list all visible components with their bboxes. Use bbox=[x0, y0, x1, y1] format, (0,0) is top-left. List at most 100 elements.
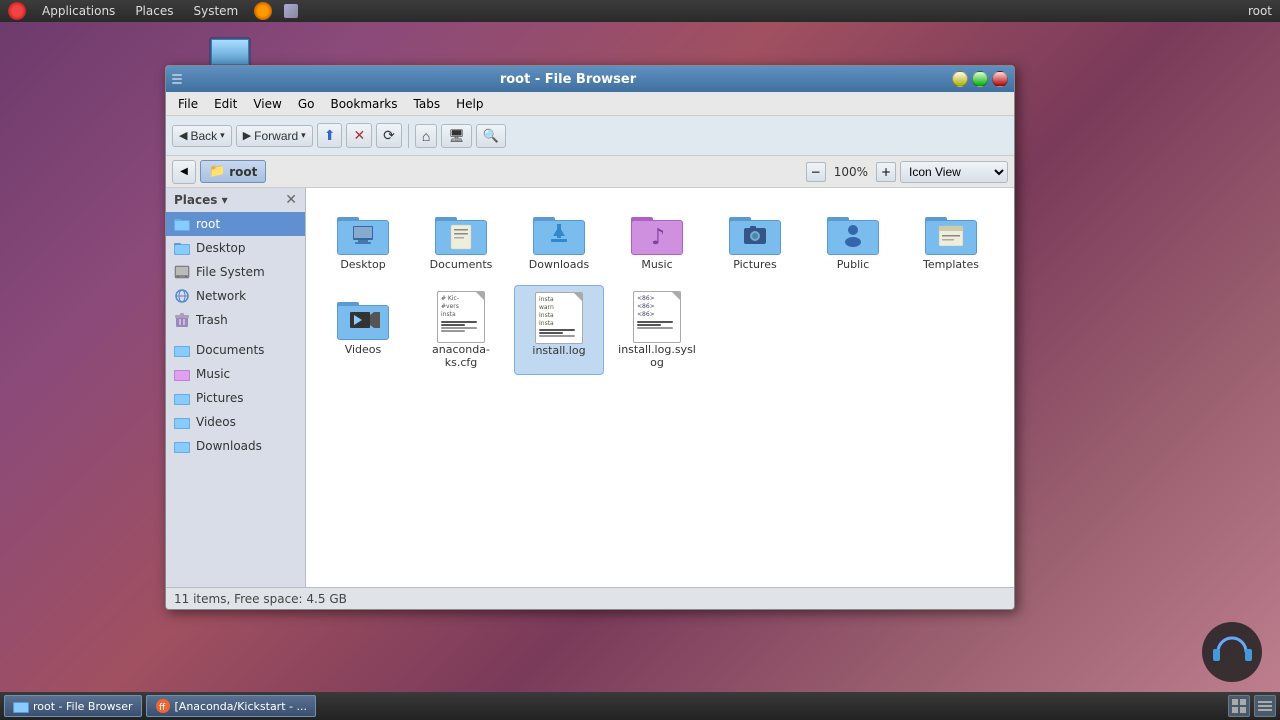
downloads-folder-img bbox=[533, 206, 585, 258]
sidebar-music-label: Music bbox=[196, 367, 230, 381]
templates-folder-icon[interactable]: Templates bbox=[906, 200, 996, 277]
stop-button[interactable]: ✕ bbox=[346, 123, 372, 148]
up-button[interactable]: ⬆ bbox=[317, 123, 343, 148]
videos-folder-icon[interactable]: Videos bbox=[318, 285, 408, 375]
music-sidebar-icon bbox=[174, 366, 190, 382]
list-icon bbox=[1258, 699, 1272, 713]
sidebar-desktop-label: Desktop bbox=[196, 241, 246, 255]
main-area: Places ▾ ✕ root Desktop bbox=[166, 188, 1014, 587]
taskbar-file-browser-label: root - File Browser bbox=[33, 700, 133, 713]
sidebar-item-pictures[interactable]: Pictures bbox=[166, 386, 305, 410]
sidebar-item-desktop[interactable]: Desktop bbox=[166, 236, 305, 260]
svg-text:♪: ♪ bbox=[651, 225, 665, 250]
home-icon: ⌂ bbox=[422, 128, 430, 144]
menu-edit[interactable]: Edit bbox=[206, 95, 245, 113]
videos-folder-label: Videos bbox=[345, 343, 382, 356]
network-icon bbox=[284, 4, 298, 18]
maximize-button[interactable] bbox=[972, 71, 988, 87]
forward-dropdown-icon: ▾ bbox=[301, 130, 306, 141]
places-menu[interactable]: Places bbox=[131, 2, 177, 20]
install-log-img: insta warn Insta Insta bbox=[535, 292, 583, 344]
public-folder-img bbox=[827, 206, 879, 258]
file-browser-window: root - File Browser File Edit View Go Bo… bbox=[165, 65, 1015, 610]
anaconda-cfg-icon[interactable]: # Kic- #vers insta anaconda-ks.cfg bbox=[416, 285, 506, 375]
taskbar-file-browser-icon bbox=[13, 698, 29, 714]
documents-folder-icon[interactable]: Documents bbox=[416, 200, 506, 277]
sidebar-item-trash[interactable]: Trash bbox=[166, 308, 305, 332]
close-button[interactable] bbox=[992, 71, 1008, 87]
top-right-area: root bbox=[1248, 4, 1272, 18]
zoom-in-button[interactable]: + bbox=[876, 162, 896, 182]
username-label: root bbox=[1248, 4, 1272, 18]
window-titlebar: root - File Browser bbox=[166, 66, 1014, 92]
reload-button[interactable]: ⟳ bbox=[376, 123, 402, 148]
view-mode-select[interactable]: Icon View List View Compact View bbox=[900, 161, 1008, 183]
computer-button[interactable]: 🖥 bbox=[441, 124, 472, 148]
status-text: 11 items, Free space: 4.5 GB bbox=[174, 592, 347, 606]
menu-tabs[interactable]: Tabs bbox=[406, 95, 449, 113]
menu-view[interactable]: View bbox=[245, 95, 289, 113]
location-path-button[interactable]: 📁 root bbox=[200, 160, 266, 183]
taskbar-grid-icon[interactable] bbox=[1228, 695, 1250, 717]
sidebar-item-network[interactable]: Network bbox=[166, 284, 305, 308]
pictures-folder-icon[interactable]: Pictures bbox=[710, 200, 800, 277]
forward-arrow-icon: ▶ bbox=[243, 129, 251, 142]
pictures-folder-img bbox=[729, 206, 781, 258]
grid-icon bbox=[1232, 699, 1246, 713]
window-grip bbox=[172, 71, 182, 87]
desktop-folder-icon[interactable]: Desktop bbox=[318, 200, 408, 277]
search-icon: 🔍 bbox=[483, 128, 499, 144]
downloads-folder-label: Downloads bbox=[529, 258, 589, 271]
minimize-button[interactable] bbox=[952, 71, 968, 87]
music-folder-icon[interactable]: ♪ Music bbox=[612, 200, 702, 277]
search-button[interactable]: 🔍 bbox=[476, 124, 506, 148]
loc-back-btn[interactable]: ◀ bbox=[172, 160, 196, 184]
menu-help[interactable]: Help bbox=[448, 95, 491, 113]
taskbar-list-icon[interactable] bbox=[1254, 695, 1276, 717]
taskbar-right bbox=[1228, 695, 1276, 717]
taskbar-file-browser[interactable]: root - File Browser bbox=[4, 695, 142, 717]
system-menu[interactable]: System bbox=[189, 2, 242, 20]
pictures-sidebar-icon bbox=[174, 390, 190, 406]
sidebar-header[interactable]: Places ▾ ✕ bbox=[166, 188, 305, 212]
zoom-in-icon: + bbox=[881, 165, 891, 179]
menu-bookmarks[interactable]: Bookmarks bbox=[322, 95, 405, 113]
headphone-icon bbox=[1200, 620, 1265, 685]
install-log-icon[interactable]: insta warn Insta Insta install.log bbox=[514, 285, 604, 375]
taskbar-anaconda[interactable]: ff [Anaconda/Kickstart - ... bbox=[146, 695, 316, 717]
firefox-icon[interactable] bbox=[254, 2, 272, 20]
applications-menu[interactable]: Applications bbox=[38, 2, 119, 20]
menu-go[interactable]: Go bbox=[290, 95, 323, 113]
sidebar-title: Places ▾ bbox=[174, 193, 228, 207]
window-title: root - File Browser bbox=[188, 72, 948, 87]
sidebar-documents-label: Documents bbox=[196, 343, 264, 357]
svg-text:ff: ff bbox=[159, 703, 166, 713]
locationbar: ◀ 📁 root − 100% + Icon View List View Co… bbox=[166, 156, 1014, 188]
public-folder-icon[interactable]: Public bbox=[808, 200, 898, 277]
menu-file[interactable]: File bbox=[170, 95, 206, 113]
home-button[interactable]: ⌂ bbox=[415, 124, 437, 148]
trash-sidebar-icon bbox=[174, 312, 190, 328]
zoom-out-button[interactable]: − bbox=[806, 162, 826, 182]
reload-icon: ⟳ bbox=[383, 127, 395, 144]
install-log-syslog-icon[interactable]: <86> <86> <86> install.log.syslog bbox=[612, 285, 702, 375]
sidebar-filesystem-label: File System bbox=[196, 265, 265, 279]
sidebar-item-documents[interactable]: Documents bbox=[166, 338, 305, 362]
forward-button[interactable]: ▶ Forward ▾ bbox=[236, 125, 313, 147]
sidebar-close-button[interactable]: ✕ bbox=[285, 192, 297, 208]
back-button[interactable]: ◀ Back ▾ bbox=[172, 125, 232, 147]
sidebar-item-root[interactable]: root bbox=[166, 212, 305, 236]
sidebar-item-downloads[interactable]: Downloads bbox=[166, 434, 305, 458]
templates-folder-label: Templates bbox=[923, 258, 979, 271]
headphone-widget[interactable] bbox=[1200, 620, 1265, 685]
downloads-sidebar-icon bbox=[174, 438, 190, 454]
stop-icon: ✕ bbox=[353, 127, 365, 144]
sidebar-item-videos[interactable]: Videos bbox=[166, 410, 305, 434]
downloads-folder-icon[interactable]: Downloads bbox=[514, 200, 604, 277]
anaconda-cfg-img: # Kic- #vers insta bbox=[437, 291, 485, 343]
music-folder-img: ♪ bbox=[631, 206, 683, 258]
sidebar-item-filesystem[interactable]: File System bbox=[166, 260, 305, 284]
desktop-folder-img bbox=[337, 206, 389, 258]
documents-folder-img bbox=[435, 206, 487, 258]
sidebar-item-music[interactable]: Music bbox=[166, 362, 305, 386]
